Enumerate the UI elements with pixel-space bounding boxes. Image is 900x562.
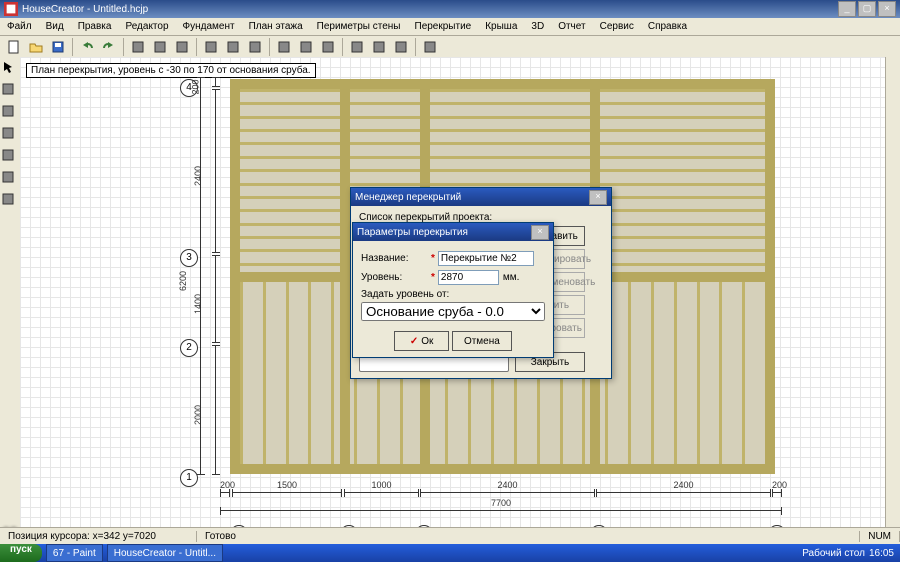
menu-3d[interactable]: 3D xyxy=(524,19,551,34)
windows-taskbar[interactable]: пуск 67 - Paint HouseCreator - Untitl...… xyxy=(0,544,900,562)
level-unit: мм. xyxy=(503,272,520,283)
name-label: Название: xyxy=(361,253,431,264)
line-tool[interactable] xyxy=(0,103,20,123)
vertical-scrollbar[interactable] xyxy=(885,57,900,530)
task-item-paint[interactable]: 67 - Paint xyxy=(46,544,103,562)
ortho-icon[interactable] xyxy=(245,37,265,57)
name-input[interactable] xyxy=(438,251,534,266)
work-area: План перекрытия, уровень с -30 по 170 от… xyxy=(0,57,900,544)
redo-icon[interactable] xyxy=(99,37,119,57)
export-icon[interactable] xyxy=(420,37,440,57)
task-item-housecreator[interactable]: HouseCreator - Untitl... xyxy=(107,544,223,562)
menu-периметры стены[interactable]: Периметры стены xyxy=(310,19,408,34)
menu-сервис[interactable]: Сервис xyxy=(593,19,641,34)
manager-dialog-title-text: Менеджер перекрытий xyxy=(355,192,461,203)
level-input[interactable] xyxy=(438,270,499,285)
app-icon xyxy=(4,2,18,16)
app-title: HouseCreator - Untitled.hcjp xyxy=(22,4,148,15)
menu-редактор[interactable]: Редактор xyxy=(118,19,175,34)
dim-l-total: 6200 xyxy=(200,77,211,475)
main-toolbar xyxy=(0,36,900,59)
cancel-button[interactable]: Отмена xyxy=(452,331,512,351)
params-dialog[interactable]: Параметры перекрытия × Название: * Урове… xyxy=(352,222,554,358)
from-select[interactable]: Основание сруба - 0.0 xyxy=(361,302,545,321)
asterisk-icon-2: * xyxy=(431,272,435,283)
status-num: NUM xyxy=(860,531,900,542)
params-dialog-close-icon[interactable]: × xyxy=(531,225,549,240)
menu-файл[interactable]: Файл xyxy=(0,19,39,34)
menu-вид[interactable]: Вид xyxy=(39,19,71,34)
canvas-viewport[interactable]: План перекрытия, уровень с -30 по 170 от… xyxy=(20,57,900,544)
manager-dialog-title[interactable]: Менеджер перекрытий × xyxy=(351,188,611,206)
dim-l2: 2400 xyxy=(215,89,226,253)
zoom-out-icon[interactable] xyxy=(296,37,316,57)
params-dialog-title[interactable]: Параметры перекрытия × xyxy=(353,223,553,241)
dim-b-total: 7700 xyxy=(220,510,782,521)
rect-tool[interactable] xyxy=(0,125,20,145)
annotate-tool[interactable] xyxy=(0,147,20,167)
titlebar[interactable]: HouseCreator - Untitled.hcjp _ ▢ × xyxy=(0,0,900,18)
save-icon[interactable] xyxy=(48,37,68,57)
open-icon[interactable] xyxy=(26,37,46,57)
pointer-tool[interactable] xyxy=(0,59,20,79)
tray-clock: 16:05 xyxy=(869,548,894,559)
close-button[interactable]: × xyxy=(878,1,896,17)
menu-крыша[interactable]: Крыша xyxy=(478,19,524,34)
axis-row-2: 2 xyxy=(180,339,198,357)
zoom-fit-icon[interactable] xyxy=(318,37,338,57)
manager-dialog-close-icon[interactable]: × xyxy=(589,190,607,205)
menu-перекрытие[interactable]: Перекрытие xyxy=(408,19,479,34)
statusbar: Позиция курсора: х=342 y=7020 Готово NUM xyxy=(0,527,900,544)
axis-row-1: 1 xyxy=(180,469,198,487)
params-title-text: Параметры перекрытия xyxy=(357,227,468,238)
menu-фундамент[interactable]: Фундамент xyxy=(176,19,242,34)
pen-tool[interactable] xyxy=(0,191,20,211)
pencil-tool[interactable] xyxy=(0,169,20,189)
paste-icon[interactable] xyxy=(172,37,192,57)
settings-icon[interactable] xyxy=(391,37,411,57)
view-label: План перекрытия, уровень с -30 по 170 от… xyxy=(26,63,316,78)
axis-row-3: 3 xyxy=(180,249,198,267)
undo-icon[interactable] xyxy=(77,37,97,57)
inner-wall-v1[interactable] xyxy=(340,89,350,464)
ok-button[interactable]: ✓Ок xyxy=(394,331,449,351)
menubar: ФайлВидПравкаРедакторФундаментПлан этажа… xyxy=(0,18,900,36)
menu-правка[interactable]: Правка xyxy=(71,19,119,34)
from-label: Задать уровень от: xyxy=(361,289,545,300)
measure-icon[interactable] xyxy=(347,37,367,57)
palette-icon[interactable] xyxy=(369,37,389,57)
tray-desktop-label: Рабочий стол xyxy=(802,548,865,559)
max-button[interactable]: ▢ xyxy=(858,1,876,17)
menu-план этажа[interactable]: План этажа xyxy=(242,19,310,34)
status-ready: Готово xyxy=(197,531,860,542)
left-toolbox xyxy=(0,57,21,544)
snap-icon[interactable] xyxy=(223,37,243,57)
copy-icon[interactable] xyxy=(150,37,170,57)
dim-l0: 2000 xyxy=(215,345,226,475)
grid-icon[interactable] xyxy=(201,37,221,57)
cut-icon[interactable] xyxy=(128,37,148,57)
level-label: Уровень: xyxy=(361,272,431,283)
system-tray[interactable]: Рабочий стол 16:05 xyxy=(796,548,900,559)
asterisk-icon: * xyxy=(431,253,435,264)
new-icon[interactable] xyxy=(4,37,24,57)
menu-отчет[interactable]: Отчет xyxy=(551,19,592,34)
dim-l1: 1400 xyxy=(215,255,226,343)
menu-справка[interactable]: Справка xyxy=(641,19,694,34)
pick-tool[interactable] xyxy=(0,81,20,101)
min-button[interactable]: _ xyxy=(838,1,856,17)
start-button[interactable]: пуск xyxy=(0,544,42,562)
zoom-in-icon[interactable] xyxy=(274,37,294,57)
status-coords: Позиция курсора: х=342 y=7020 xyxy=(0,531,197,542)
dim-l3: 200 xyxy=(215,77,226,87)
